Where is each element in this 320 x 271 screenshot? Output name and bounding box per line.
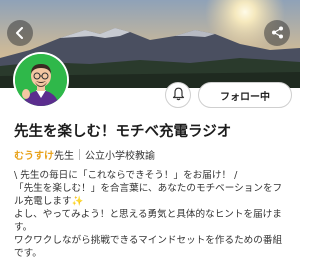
description-line: です。 bbox=[14, 248, 42, 259]
share-icon bbox=[271, 24, 284, 43]
description-line: ワクワクしながら挑戦できるマインドセットを作るための番組 bbox=[14, 235, 283, 246]
teacher-avatar-icon bbox=[15, 54, 67, 106]
author-role: 公立小学校教諭 bbox=[85, 151, 155, 162]
author-meta: むうすけ 先生 公立小学校教諭 bbox=[14, 147, 155, 162]
author-name-link[interactable]: むうすけ bbox=[14, 147, 54, 162]
author-suffix: 先生 bbox=[54, 151, 74, 162]
avatar[interactable] bbox=[13, 52, 69, 108]
chevron-left-icon bbox=[14, 24, 26, 43]
back-button[interactable] bbox=[7, 20, 33, 46]
description-line: よし、やってみよう！と思える勇気と具体的なヒントを届けま bbox=[14, 209, 282, 220]
channel-description: \ 先生の毎日に「これならできそう！」をお届け！ / 「先生を楽しむ！」を合言葉… bbox=[14, 169, 298, 260]
description-line: す。 bbox=[14, 222, 33, 233]
channel-title: 先生を楽しむ！モチベ充電ラジオ bbox=[14, 124, 232, 140]
meta-divider bbox=[79, 149, 80, 160]
bell-icon bbox=[172, 86, 185, 105]
notification-bell-button[interactable] bbox=[165, 82, 191, 108]
share-button[interactable] bbox=[264, 20, 290, 46]
description-line: 「先生を楽しむ！」を合言葉に、あなたのモチベーションをフ bbox=[14, 183, 283, 194]
follow-button[interactable]: フォロー中 bbox=[198, 82, 292, 108]
description-line: ル充電します✨ bbox=[14, 196, 84, 207]
description-line: \ 先生の毎日に「これならできそう！」をお届け！ / bbox=[14, 170, 238, 181]
